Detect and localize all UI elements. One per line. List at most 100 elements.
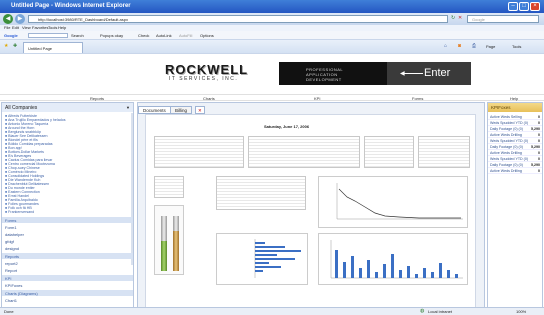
- summary-table: [154, 136, 244, 168]
- wells-table: [248, 136, 360, 168]
- address-row: ◀ ▶ http://localhost:3980/RTE_Dashboard/…: [0, 13, 544, 25]
- link-report2[interactable]: report2: [5, 260, 131, 266]
- kpi-label: Weds Spudded YTD (0): [490, 121, 529, 125]
- menu-help[interactable]: Help: [58, 25, 66, 30]
- menu-view[interactable]: View: [22, 25, 31, 30]
- link-report[interactable]: Report: [5, 267, 131, 273]
- small-stats-table: [154, 176, 184, 198]
- line-chart: [318, 176, 468, 228]
- kpi-label: Active Weds Drilling: [490, 169, 522, 173]
- kpi-value: 0: [538, 169, 540, 173]
- toolbar-autolink[interactable]: AutoLink: [156, 33, 172, 38]
- toolbar-autofill[interactable]: AutoFill: [179, 33, 192, 38]
- menu-tools[interactable]: Tools: [48, 25, 57, 30]
- menu-favorites[interactable]: Favorites: [32, 25, 48, 30]
- enter-arrow-icon: [404, 73, 423, 74]
- company-item[interactable]: Frankenversand: [5, 210, 131, 214]
- section-charts[interactable]: Charts (Diagrams): [2, 290, 133, 296]
- search-input[interactable]: Google: [467, 15, 539, 23]
- bar-chart-svg: [254, 239, 301, 278]
- kpi-label: Active Weds Drilling: [490, 133, 522, 137]
- kpi-label: Daily Footage (0) (0): [490, 145, 523, 149]
- kpi-value: 0: [538, 133, 540, 137]
- close-tab-icon[interactable]: ✕: [195, 106, 205, 114]
- rig-activity-table: [364, 136, 414, 168]
- center-pane: Documents Billing ✕ Saturday, June 17, 2…: [137, 102, 485, 314]
- zone-text: Local intranet: [428, 309, 453, 314]
- column-chart: [318, 233, 468, 285]
- add-favorite-icon[interactable]: ✚: [13, 43, 17, 49]
- kpi-label: Active Weds Selling: [490, 115, 522, 119]
- left-panel-header[interactable]: All Companies ▼: [2, 103, 133, 112]
- page-menu[interactable]: Page: [486, 44, 495, 49]
- minimize-button[interactable]: –: [508, 2, 518, 11]
- tab-billing[interactable]: Billing: [170, 106, 193, 114]
- favorites-star-icon[interactable]: ★: [4, 43, 8, 49]
- menu-file[interactable]: File: [4, 25, 10, 30]
- link-chart1[interactable]: Chart1: [5, 297, 131, 303]
- nav-reports[interactable]: Reports: [90, 96, 104, 101]
- stop-icon[interactable]: ✕: [458, 15, 462, 21]
- toolbar-check[interactable]: Check: [138, 33, 149, 38]
- section-forms[interactable]: Forms: [2, 217, 133, 223]
- kpi-value: 5,290: [531, 145, 540, 149]
- kpi-value: 0: [538, 157, 540, 161]
- google-logo: Google: [4, 33, 18, 38]
- forward-icon[interactable]: ▶: [15, 14, 25, 24]
- section-reports[interactable]: Reports: [2, 253, 133, 259]
- column-chart-svg: [330, 240, 463, 279]
- status-text: Done: [4, 309, 14, 314]
- logo-text: ROCKWELL: [165, 62, 249, 77]
- zoom-level[interactable]: 100%: [516, 309, 526, 314]
- link-kpifoxes[interactable]: KPIFoxes: [5, 282, 131, 288]
- menu-edit[interactable]: Edit: [12, 25, 19, 30]
- toolbar-options[interactable]: Options: [200, 33, 214, 38]
- kpi-panel-title: KPIFoxes: [491, 105, 511, 110]
- line-chart-svg: [336, 183, 463, 220]
- google-toolbar: Google Search Popups okay Check AutoLink…: [0, 31, 544, 40]
- back-icon[interactable]: ◀: [3, 14, 13, 24]
- gauge-chart: [154, 205, 184, 275]
- browser-tabs-row: ★ ✚ Untitled Page ⌂ ◙ ⎙ Page Tools: [0, 40, 544, 53]
- kpi-label: Active Weds Drilling: [490, 151, 522, 155]
- section-kpi[interactable]: KPI: [2, 275, 133, 281]
- kpi-panel-header[interactable]: KPIFoxes: [488, 103, 542, 112]
- print-icon[interactable]: ⎙: [472, 43, 476, 49]
- home-icon[interactable]: ⌂: [444, 43, 447, 49]
- toolbar-search-button[interactable]: Search: [71, 33, 84, 38]
- nav-help[interactable]: Help: [510, 96, 518, 101]
- nav-forms[interactable]: Forms: [412, 96, 423, 101]
- status-bar: Done ◍ Local intranet 100%: [0, 307, 544, 315]
- kpi-value: 5,290: [531, 163, 540, 167]
- link-gfdgf[interactable]: gfdgf: [5, 238, 131, 244]
- kpi-value: 0: [538, 121, 540, 125]
- kpi-label: Weds Spudded YTD (0): [490, 139, 529, 143]
- feeds-icon[interactable]: ◙: [458, 43, 461, 49]
- toolbar-popups[interactable]: Popups okay: [100, 33, 123, 38]
- maximize-button[interactable]: □: [519, 2, 529, 11]
- link-form1[interactable]: Form1: [5, 224, 131, 230]
- close-button[interactable]: ×: [530, 2, 540, 11]
- tools-menu[interactable]: Tools: [512, 44, 521, 49]
- address-input[interactable]: http://localhost:3980/RTE_Dashboard/Defa…: [28, 15, 448, 23]
- kpi-value: 5,290: [531, 127, 540, 131]
- report-title: Saturday, June 17, 2006: [264, 124, 310, 129]
- tab-label: Untitled Page: [28, 46, 53, 51]
- kpi-label: Weds Spudded YTD (0): [490, 157, 529, 161]
- toolbar-search-field[interactable]: [28, 33, 68, 38]
- chevron-down-icon: ▼: [126, 105, 130, 110]
- nav-kpi[interactable]: KPI: [314, 96, 320, 101]
- kpi-row[interactable]: Active Weds Drilling 0: [488, 168, 542, 174]
- refresh-icon[interactable]: ↻: [451, 15, 455, 21]
- gauge-fill-1: [161, 241, 167, 271]
- tab-documents[interactable]: Documents: [138, 106, 171, 114]
- right-panel: KPIFoxes Active Weds Selling 0 Weds Spudd…: [487, 102, 543, 314]
- top-wells-table: [216, 176, 306, 210]
- link-designd[interactable]: designd: [5, 245, 131, 251]
- banner: ROCKWELL IT SERVICES, INC. PROFESSIONAL …: [28, 56, 500, 89]
- company-list-scrollbar[interactable]: [131, 113, 133, 265]
- nav-charts[interactable]: Charts: [203, 96, 215, 101]
- tab-untitled-page[interactable]: Untitled Page: [23, 42, 83, 53]
- link-datahelper[interactable]: datahelper: [5, 231, 131, 237]
- globe-icon: ◍: [420, 308, 425, 314]
